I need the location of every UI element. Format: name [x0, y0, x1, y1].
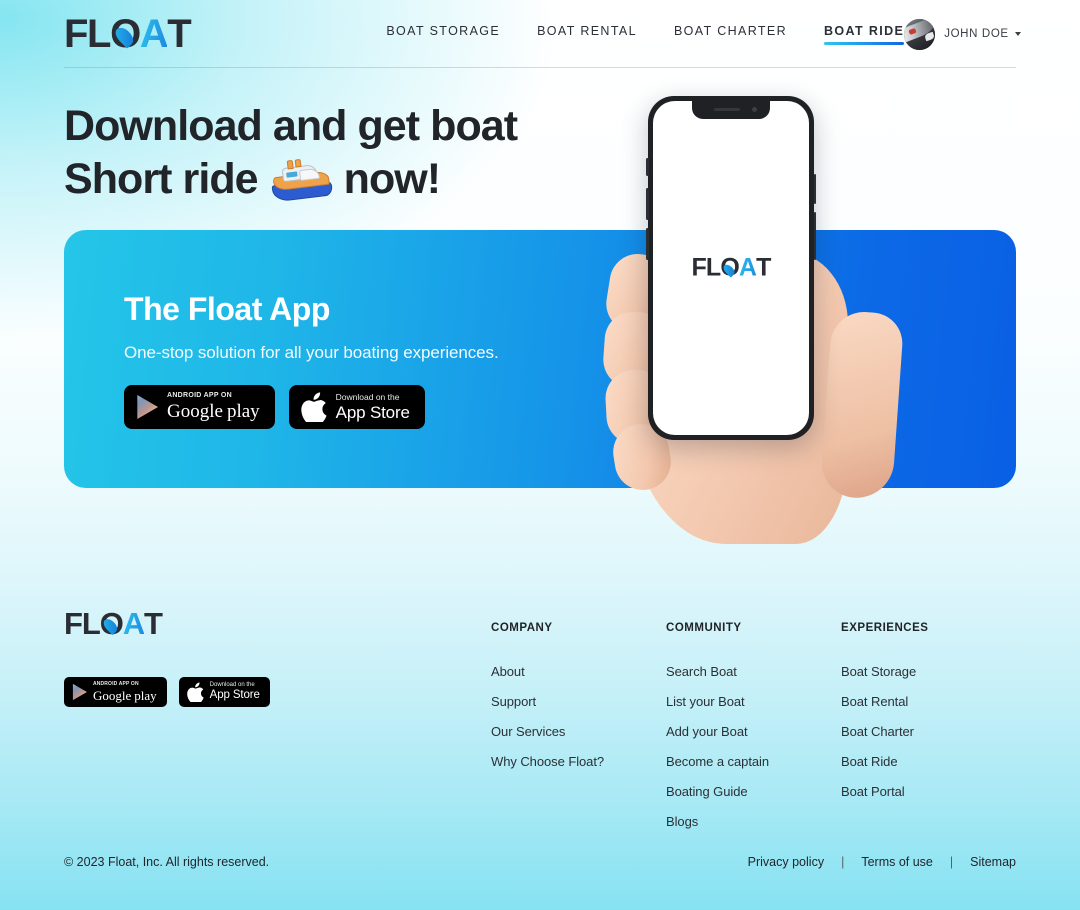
footer-column-title: EXPERIENCES [841, 622, 929, 634]
logo-letter-a: A [139, 12, 169, 56]
footer-google-play-label: ANDROID APP ON Google play [93, 681, 157, 703]
app-store-label: Download on the App Store [336, 393, 410, 422]
footer-google-play-button[interactable]: ANDROID APP ON Google play [64, 677, 167, 707]
footer-google-play-bottom-text: Google play [93, 689, 157, 702]
hero-section: Download and get boat Short ride now! [0, 68, 1080, 206]
footer-logo-fl: FL [64, 606, 101, 641]
footer-logo-a: A [122, 606, 145, 641]
legal-separator: | [841, 855, 845, 869]
google-play-bottom-text: Google play [167, 402, 260, 421]
user-name-label: JOHN DOE [944, 28, 1009, 40]
app-promo-card: The Float App One-stop solution for all … [64, 229, 1016, 488]
app-promo-subtitle: One-stop solution for all your boating e… [124, 342, 499, 362]
nav-item-boat-rental[interactable]: BOAT RENTAL [537, 24, 637, 45]
footer-link-add-your-boat[interactable]: Add your Boat [666, 724, 841, 739]
footer-app-store-button[interactable]: Download on the App Store [178, 677, 270, 707]
google-play-word-play: play [226, 401, 260, 423]
footer-brand: FLOAT ANDROID APP ON Google play [64, 560, 491, 707]
footer-google-play-word-play: play [134, 688, 157, 703]
footer-app-store-label: Download on the App Store [210, 682, 260, 702]
footer-app-store-badges: ANDROID APP ON Google play Download on t… [64, 677, 491, 707]
motorboat-emoji [267, 153, 334, 206]
footer-logo-o: O [100, 608, 124, 639]
site-footer: FLOAT ANDROID APP ON Google play [0, 560, 1080, 869]
google-play-triangle [137, 394, 158, 419]
footer-link-about[interactable]: About [491, 664, 666, 679]
legal-separator: | [949, 855, 954, 869]
main-nav: BOAT STORAGE BOAT RENTAL BOAT CHARTER BO… [386, 24, 905, 45]
boat-funnel-right [294, 159, 302, 168]
footer-link-blogs[interactable]: Blogs [666, 814, 841, 829]
logo-text-fl: FL [64, 12, 111, 56]
footer-link-our-services[interactable]: Our Services [491, 724, 666, 739]
footer-link-columns: COMPANY About Support Our Services Why C… [491, 560, 1016, 844]
google-play-icon [136, 394, 158, 419]
footer-top: FLOAT ANDROID APP ON Google play [64, 560, 1016, 844]
app-store-button[interactable]: Download on the App Store [288, 384, 425, 429]
app-store-badges: ANDROID APP ON Google play Download on t… [124, 384, 1016, 429]
app-promo-content: The Float App One-stop solution for all … [64, 230, 1016, 429]
footer-logo[interactable]: FLOAT [64, 606, 163, 641]
google-play-button[interactable]: ANDROID APP ON Google play [124, 384, 275, 429]
footer-google-play-word-google: Google [93, 688, 132, 703]
footer-logo-t: T [144, 606, 163, 641]
logo-letter-o: O [110, 14, 141, 54]
footer-bottom-bar: © 2023 Float, Inc. All rights reserved. … [64, 855, 1016, 869]
footer-link-boat-charter[interactable]: Boat Charter [841, 724, 1016, 739]
footer-app-store-bottom-text: App Store [209, 689, 260, 702]
app-store-top-text: Download on the [335, 391, 400, 402]
footer-link-boat-storage[interactable]: Boat Storage [841, 664, 1016, 679]
avatar [904, 18, 936, 50]
nav-item-boat-storage[interactable]: BOAT STORAGE [386, 24, 500, 45]
app-promo-title: The Float App [124, 290, 330, 327]
legal-link-terms-of-use[interactable]: Terms of use [861, 855, 933, 869]
footer-column-company: COMPANY About Support Our Services Why C… [491, 622, 666, 844]
copyright-text: © 2023 Float, Inc. All rights reserved. [64, 855, 270, 869]
footer-link-support[interactable]: Support [491, 694, 666, 709]
footer-column-community: COMMUNITY Search Boat List your Boat Add… [666, 622, 841, 844]
apple-icon [186, 682, 204, 702]
google-play-top-text: ANDROID APP ON [167, 392, 232, 400]
footer-link-why-choose-float[interactable]: Why Choose Float? [491, 754, 666, 769]
page-title: Download and get boat Short ride now! [64, 100, 584, 206]
footer-google-play-top-text: ANDROID APP ON [93, 681, 139, 687]
app-store-bottom-text: App Store [335, 403, 410, 423]
footer-link-boat-ride[interactable]: Boat Ride [841, 754, 1016, 769]
hero-line-1: Download and get boat [64, 102, 518, 150]
chevron-down-icon[interactable] [1014, 32, 1021, 36]
hero-line-2-after: now! [343, 154, 441, 203]
google-play-word-google: Google [167, 401, 223, 423]
footer-link-become-a-captain[interactable]: Become a captain [666, 754, 841, 769]
nav-item-boat-charter[interactable]: BOAT CHARTER [674, 24, 787, 45]
hero-line-2: Short ride now! [64, 153, 584, 206]
footer-link-boat-rental[interactable]: Boat Rental [841, 694, 1016, 709]
hero-line-2-before: Short ride [64, 154, 259, 203]
footer-link-boating-guide[interactable]: Boating Guide [666, 784, 841, 799]
logo-letter-t: T [167, 12, 191, 56]
google-play-label: ANDROID APP ON Google play [167, 392, 260, 421]
footer-app-store-top-text: Download on the [209, 682, 255, 689]
apple-icon [300, 392, 327, 422]
page-root: FLOAT BOAT STORAGE BOAT RENTAL BOAT CHAR… [0, 0, 1080, 910]
footer-column-title: COMPANY [491, 622, 553, 634]
legal-links: Privacy policy | Terms of use | Sitemap [748, 855, 1016, 869]
footer-link-list-your-boat[interactable]: List your Boat [666, 694, 841, 709]
legal-link-sitemap[interactable]: Sitemap [970, 855, 1016, 869]
footer-column-title: COMMUNITY [666, 622, 742, 634]
footer-column-experiences: EXPERIENCES Boat Storage Boat Rental Boa… [841, 622, 1016, 844]
boat-funnel-left [286, 160, 294, 170]
legal-link-privacy-policy[interactable]: Privacy policy [748, 855, 824, 869]
footer-link-search-boat[interactable]: Search Boat [666, 664, 841, 679]
google-play-icon [72, 683, 87, 701]
header-logo[interactable]: FLOAT [64, 12, 192, 56]
google-play-triangle [72, 683, 87, 701]
site-header: FLOAT BOAT STORAGE BOAT RENTAL BOAT CHAR… [0, 0, 1080, 68]
nav-item-boat-ride[interactable]: BOAT RIDE [824, 24, 905, 45]
user-menu[interactable]: JOHN DOE [904, 18, 1021, 50]
footer-link-boat-portal[interactable]: Boat Portal [841, 784, 1016, 799]
